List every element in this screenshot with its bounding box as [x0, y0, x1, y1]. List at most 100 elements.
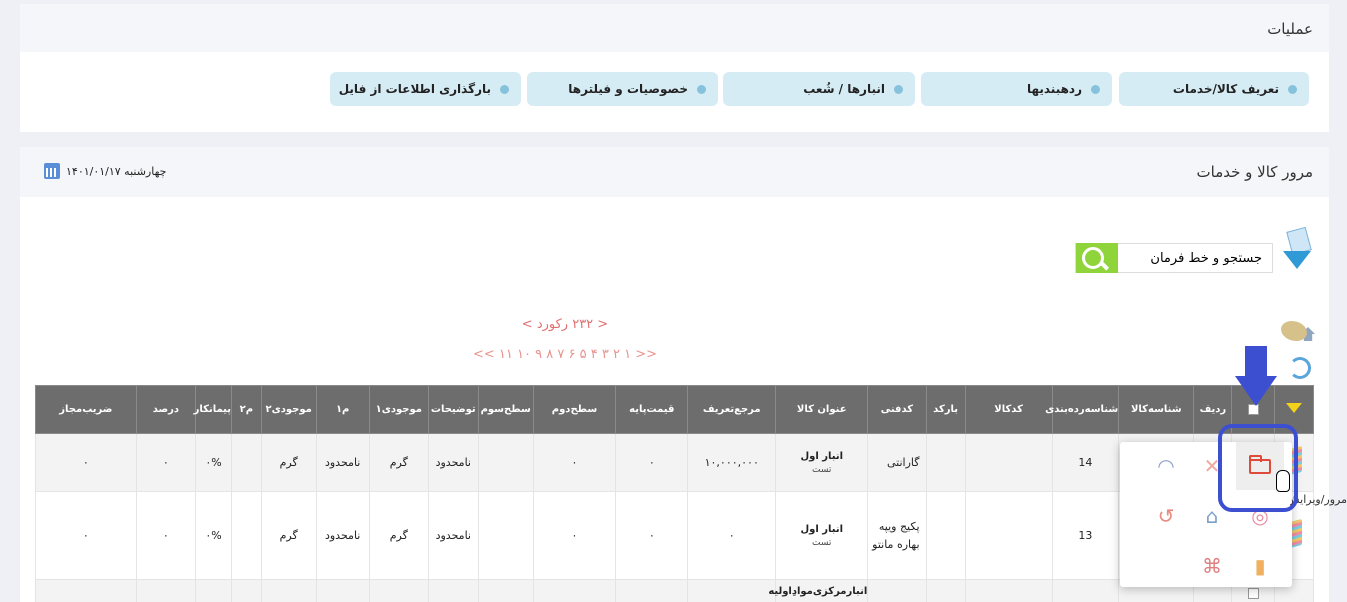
unit1-cell: گرم	[368, 491, 429, 580]
level2-cell: ۰	[615, 491, 689, 580]
col-header[interactable]: عنوان کالا	[775, 385, 869, 434]
ref-sub: تست	[812, 537, 832, 548]
arrow-shaft	[1245, 346, 1267, 378]
title-cell: گارانتی	[867, 433, 927, 492]
barcode-cell	[964, 433, 1053, 492]
funnel-shape	[1283, 251, 1311, 269]
pagination[interactable]: << ۱ ۲ ۳ ۴ ۵ ۶ ۷ ۸ ۹ ۱۰ ۱۱ >>	[440, 347, 690, 362]
code-cell	[1051, 579, 1120, 602]
search-box	[1075, 243, 1273, 273]
col-header[interactable]: سطح‌دوم	[532, 385, 617, 434]
record-count[interactable]: < ۲۳۲ رکورد >	[490, 317, 640, 332]
code-cell: 14	[1051, 433, 1120, 492]
unit1-cell: گرم	[368, 433, 429, 492]
col-header[interactable]: شناسه‌رده‌بندی	[1045, 385, 1120, 434]
command-button[interactable]: ⌘	[1196, 550, 1228, 582]
operations-panel: عملیات تعریف کالا/خدمات ردهبندیها انباره…	[20, 4, 1329, 132]
col-header[interactable]: بارکد	[925, 385, 966, 434]
chart-icon: ▮	[1254, 554, 1266, 578]
col-header[interactable]: درصد	[135, 385, 197, 434]
calendar-icon[interactable]	[44, 163, 60, 179]
search-icon[interactable]	[1076, 243, 1118, 273]
coef-cell: ۰	[135, 491, 197, 580]
col-header[interactable]: موجودی۲	[260, 385, 317, 434]
col-header[interactable]: م۲	[231, 385, 262, 434]
dot-icon	[894, 85, 903, 94]
stock1-cell: نامحدود	[427, 433, 479, 492]
level2-cell: ۰	[615, 433, 689, 492]
col-header[interactable]: کدفنی	[867, 385, 927, 434]
sort-triangle-icon[interactable]	[1285, 403, 1302, 413]
stock2-cell: نامحدود	[315, 491, 370, 580]
percent-cell: ۰%	[195, 433, 233, 492]
define-product-button[interactable]: تعریف کالا/خدمات	[1119, 72, 1309, 106]
contractor-cell	[231, 433, 262, 492]
search-input[interactable]	[1116, 244, 1272, 272]
date-text: چهارشنبه ۱۴۰۱/۰۱/۱۷	[66, 164, 167, 178]
stock1-cell: نامحدود	[427, 491, 479, 580]
sale-value-cell	[35, 579, 137, 602]
button-label: انبارها / شُعب	[803, 82, 885, 96]
desc-cell	[477, 433, 534, 492]
stock1-cell	[427, 579, 479, 602]
col-header[interactable]: م۱	[315, 385, 370, 434]
upload-file-button[interactable]: بارگذاری اطلاعات از فایل	[330, 72, 521, 106]
arrow-down-icon	[1235, 376, 1277, 406]
col-header[interactable]: سطح‌سوم	[477, 385, 534, 434]
button-label: خصوصیات و فیلترها	[568, 82, 688, 96]
contractor-cell	[231, 579, 262, 602]
ref-main: انبارمرکزی‌موادِاولیه	[768, 586, 868, 597]
connectivity-button[interactable]: ◠	[1150, 450, 1182, 482]
unit2-cell: گرم	[260, 491, 317, 580]
tech-code-cell	[925, 491, 966, 580]
col-header[interactable]: موجودی۱	[368, 385, 429, 434]
operations-header: عملیات	[20, 4, 1329, 52]
dot-icon	[500, 85, 509, 94]
bird-icon[interactable]	[1281, 321, 1307, 341]
browse-header: مرور کالا و خدمات چهارشنبه ۱۴۰۱/۰۱/۱۷	[20, 147, 1329, 197]
price-cell	[687, 579, 777, 602]
bank-icon: ⌂	[1205, 504, 1219, 528]
barcode-cell	[964, 491, 1053, 580]
history-icon: ↺	[1157, 504, 1175, 528]
contractor-cell	[231, 491, 262, 580]
tech-code-cell	[925, 433, 966, 492]
ref-main: انبار اول	[800, 450, 844, 462]
title-cell	[867, 579, 927, 602]
history-button[interactable]: ↺	[1150, 500, 1182, 532]
row-checkbox[interactable]	[1247, 587, 1259, 599]
col-header[interactable]: پیمانکار	[194, 385, 233, 434]
col-header[interactable]: توضیحات	[427, 385, 479, 434]
col-header[interactable]: ضریب‌مجاز	[35, 385, 137, 434]
dot-icon	[1091, 85, 1100, 94]
ref-cell: انبار اول تست	[775, 433, 869, 492]
col-header[interactable]: قیمت‌پایه	[615, 385, 689, 434]
browse-title: مرور کالا و خدمات	[1196, 163, 1313, 181]
col-header[interactable]: کدکالا	[964, 385, 1053, 434]
warehouses-button[interactable]: انبارها / شُعب	[723, 72, 915, 106]
chart-button[interactable]: ▮	[1244, 550, 1276, 582]
highlight-ring	[1218, 424, 1298, 512]
ref-main: انبار اول	[800, 523, 844, 535]
action-tooltip: مرور/ویرایش	[1290, 493, 1347, 506]
date-display: چهارشنبه ۱۴۰۱/۰۱/۱۷	[44, 163, 166, 179]
desc-cell	[477, 579, 534, 602]
categories-button[interactable]: ردهبندیها	[921, 72, 1112, 106]
features-filters-button[interactable]: خصوصیات و فیلترها	[527, 72, 718, 106]
level3-cell: ۰	[532, 433, 617, 492]
refresh-icon[interactable]	[1289, 357, 1311, 379]
percent-cell: ۰%	[195, 491, 233, 580]
dot-icon	[1288, 85, 1297, 94]
level3-cell	[532, 579, 617, 602]
price-cell: ۰	[687, 491, 777, 580]
dot-icon	[697, 85, 706, 94]
price-cell: ۱۰,۰۰۰,۰۰۰	[687, 433, 777, 492]
desc-cell	[477, 491, 534, 580]
col-header[interactable]: مرجع‌تعریف	[687, 385, 777, 434]
col-header[interactable]: شناسه‌کالا	[1118, 385, 1195, 434]
filter-icon[interactable]	[1281, 226, 1313, 277]
hand-cursor-icon	[1276, 470, 1290, 492]
command-icon: ⌘	[1202, 554, 1222, 578]
level3-cell: ۰	[532, 491, 617, 580]
sale-value-cell: ۰	[35, 433, 137, 492]
